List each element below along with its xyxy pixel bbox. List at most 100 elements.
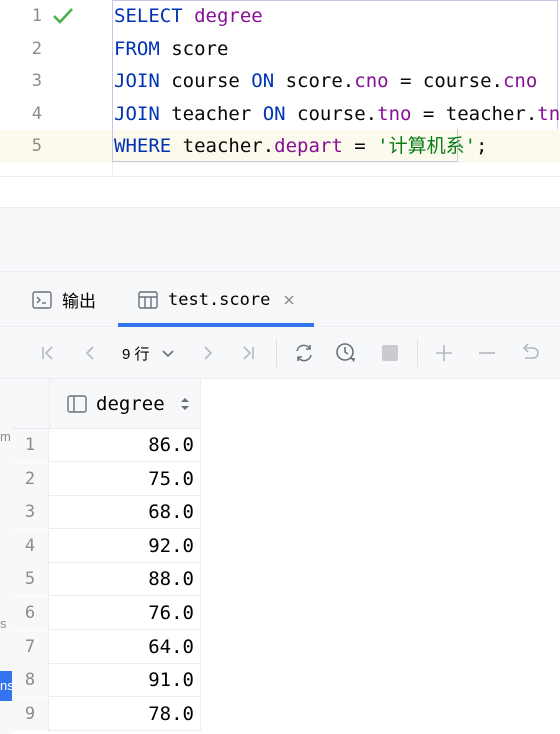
table-row[interactable]: 6 76.0 <box>12 597 201 630</box>
results-grid[interactable]: degree 1 86.0 2 75.0 3 68.0 4 92.0 5 88.0 6 76.0 7 64… <box>12 379 201 734</box>
grid-header: degree <box>12 379 201 429</box>
row-number: 4 <box>12 529 49 563</box>
table-row[interactable]: 9 78.0 <box>12 697 201 731</box>
sql-keyword: JOIN <box>114 103 160 125</box>
sort-icon[interactable] <box>179 395 191 413</box>
gutter-line: 4 <box>0 98 112 131</box>
editor-gutter: 1 2 3 4 5 <box>0 0 113 176</box>
degree-cell[interactable]: 88.0 <box>50 563 194 596</box>
sql-column: tno <box>377 103 412 125</box>
prev-page-icon[interactable] <box>78 341 102 365</box>
gutter-line: 2 <box>0 33 112 66</box>
tab-test-score-label: test.score <box>168 289 271 310</box>
degree-cell[interactable]: 86.0 <box>50 429 194 462</box>
column-header-label: degree <box>96 393 165 415</box>
table-row[interactable]: 1 86.0 <box>12 429 201 462</box>
code-line[interactable]: WHERE teacher.depart = '计算机系'; <box>114 130 487 163</box>
sql-column: tno <box>537 103 560 125</box>
sql-text: = <box>342 135 378 157</box>
sql-editor[interactable]: 12345 SELECT degree FROM score JOIN course… <box>0 0 560 176</box>
results-toolbar: 9 行 <box>0 327 560 379</box>
table-row[interactable]: 4 92.0 <box>12 529 201 563</box>
degree-cell[interactable]: 92.0 <box>50 530 194 563</box>
delete-row-icon[interactable] <box>475 341 499 365</box>
degree-cell[interactable]: 64.0 <box>50 631 194 664</box>
side-strip-text: s <box>0 616 7 631</box>
sql-text: teacher. <box>171 135 275 157</box>
tab-output[interactable]: 输出 <box>32 272 96 327</box>
column-header-degree[interactable]: degree <box>50 379 200 429</box>
row-number: 2 <box>12 462 49 496</box>
refresh-icon[interactable] <box>292 341 316 365</box>
degree-cell[interactable]: 68.0 <box>50 496 194 529</box>
editor-footer <box>0 176 560 208</box>
sql-keyword: FROM <box>114 38 160 60</box>
sql-text: course. <box>285 103 378 125</box>
first-page-icon[interactable] <box>36 341 60 365</box>
row-number: 9 <box>12 697 49 731</box>
gutter-line: 5 <box>0 130 112 163</box>
side-strip-selected[interactable]: ns <box>0 671 12 701</box>
sql-column: depart <box>274 135 343 157</box>
console-icon <box>32 290 52 309</box>
degree-cell[interactable]: 76.0 <box>50 597 194 630</box>
sql-keyword: ON <box>262 103 286 125</box>
sql-text: = course. <box>388 70 503 92</box>
line-number: 2 <box>31 39 42 59</box>
sql-column: cno <box>354 70 389 92</box>
code-line[interactable]: FROM score <box>114 33 228 66</box>
line-number: 4 <box>31 104 42 124</box>
code-line[interactable]: JOIN course ON score.cno = course.cno <box>114 65 537 98</box>
checkmark-icon <box>53 8 73 24</box>
side-strip-text: m <box>0 429 11 444</box>
code-line[interactable]: JOIN teacher ON course.tno = teacher.tno <box>114 98 560 131</box>
table-icon <box>138 290 158 309</box>
sql-text: course <box>159 70 252 92</box>
tab-test-score[interactable]: test.score <box>138 272 296 327</box>
table-row[interactable]: 3 68.0 <box>12 496 201 530</box>
last-page-icon[interactable] <box>236 341 260 365</box>
tab-output-label: 输出 <box>62 292 96 311</box>
row-number: 6 <box>12 597 49 630</box>
row-number: 3 <box>12 496 49 530</box>
sql-string: '计算机系' <box>377 135 477 157</box>
degree-cell[interactable]: 91.0 <box>50 664 194 697</box>
line-number: 5 <box>31 136 42 156</box>
next-page-icon[interactable] <box>196 341 220 365</box>
degree-cell[interactable]: 78.0 <box>50 698 194 731</box>
row-number: 5 <box>12 563 49 597</box>
gutter-line: 1 <box>0 0 112 33</box>
sql-text: score <box>159 38 229 60</box>
sql-column: cno <box>502 70 538 92</box>
row-count-dropdown[interactable]: 9 行 <box>122 341 176 365</box>
tool-window-tabbar: 输出 test.score <box>0 271 560 327</box>
sql-keyword: JOIN <box>114 70 160 92</box>
sql-text: = teacher. <box>411 103 538 125</box>
table-row[interactable]: 5 88.0 <box>12 563 201 597</box>
history-icon[interactable] <box>334 341 358 365</box>
sql-keyword: WHERE <box>114 135 172 157</box>
close-icon[interactable] <box>282 293 296 307</box>
gutter-line: 3 <box>0 65 112 98</box>
column-icon <box>67 395 87 413</box>
row-number: 7 <box>12 630 49 664</box>
table-row[interactable]: 2 75.0 <box>12 462 201 496</box>
sql-column: degree <box>194 5 263 27</box>
stop-icon[interactable] <box>378 341 402 365</box>
sql-text: ; <box>476 135 488 157</box>
row-number: 8 <box>12 664 49 698</box>
table-row[interactable]: 8 91.0 <box>12 664 201 698</box>
revert-icon[interactable] <box>518 341 542 365</box>
table-row[interactable]: 7 64.0 <box>12 630 201 664</box>
line-number: 3 <box>31 71 42 91</box>
row-count-label: 9 行 <box>122 345 150 363</box>
sql-text: score. <box>274 70 355 92</box>
degree-cell[interactable]: 75.0 <box>50 463 194 496</box>
row-number-header <box>12 379 50 429</box>
line-number: 1 <box>31 6 42 26</box>
code-line[interactable]: SELECT degree <box>114 0 263 33</box>
sql-text: teacher <box>159 103 263 125</box>
panel-divider[interactable] <box>0 207 560 272</box>
sql-keyword: SELECT <box>114 5 183 27</box>
add-row-icon[interactable] <box>432 341 456 365</box>
